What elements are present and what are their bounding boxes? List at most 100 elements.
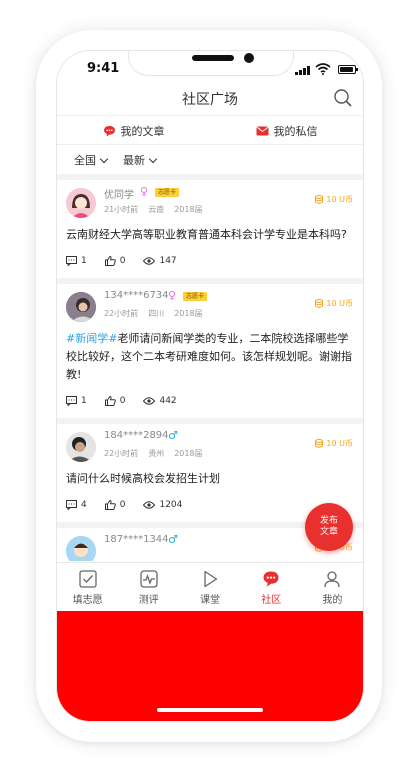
comment-count: 1 bbox=[81, 396, 87, 406]
volunteer-card-badge: 志愿卡 bbox=[155, 188, 180, 197]
status-time: 9:41 bbox=[87, 61, 120, 76]
comment-button[interactable]: 4 bbox=[66, 500, 87, 510]
article-message-tabs: 我的文章 我的私信 bbox=[57, 117, 363, 145]
checkbox-icon bbox=[78, 570, 97, 588]
like-count: 0 bbox=[119, 256, 126, 266]
male-gender-icon: ♂ bbox=[168, 533, 178, 546]
coin-amount: 10 U币 bbox=[326, 439, 353, 448]
tab-mine[interactable]: 我的 bbox=[302, 563, 363, 612]
wifi-icon bbox=[315, 63, 331, 75]
envelope-icon bbox=[255, 126, 269, 135]
post-hashtag[interactable]: #新闻学# bbox=[66, 332, 117, 345]
comment-button[interactable]: 1 bbox=[66, 396, 87, 406]
comment-count: 4 bbox=[81, 500, 87, 510]
region-filter-dropdown[interactable]: 全国 bbox=[74, 152, 109, 168]
post-text: 云南财经大学高等职业教育普通本科会计学专业是本科吗? bbox=[66, 228, 347, 241]
thumbs-up-icon bbox=[104, 396, 116, 406]
tab-label: 我的 bbox=[322, 595, 343, 606]
post-location: 贵州 bbox=[148, 449, 165, 458]
comment-button[interactable]: 1 bbox=[66, 256, 87, 266]
post-content: #新闻学#老师请问新闻学类的专业，二本院校选择哪些学校比较好，这个二本考研难度如… bbox=[57, 330, 363, 384]
photo-avatar-image bbox=[66, 292, 96, 322]
avatar[interactable] bbox=[66, 188, 96, 218]
filter-bar: 全国 最新 bbox=[57, 146, 363, 180]
post-card[interactable]: 优同学 ♀ 志愿卡 21小时前 云南 2018届 10 U币 云南财经大学高等职业教… bbox=[57, 180, 363, 284]
post-username[interactable]: 187****1344 bbox=[104, 534, 169, 545]
like-button[interactable]: 0 bbox=[104, 256, 126, 266]
photo-avatar-image bbox=[66, 432, 96, 462]
tab-community[interactable]: 社区 bbox=[241, 563, 302, 612]
post-username[interactable]: 优同学 bbox=[104, 186, 134, 201]
female-avatar-image bbox=[66, 188, 96, 218]
post-meta: 22小时前 贵州 2018届 bbox=[104, 448, 213, 459]
eye-icon bbox=[143, 257, 156, 265]
page-title: 社区广场 bbox=[182, 92, 238, 108]
phone-screen: 9:41 社区广场 我的文章 我的私信 全国 最新 优同学 ♀ 志愿卡 21小时… bbox=[56, 50, 364, 722]
avatar[interactable] bbox=[66, 292, 96, 322]
speaker-grille bbox=[192, 55, 234, 61]
region-filter-label: 全国 bbox=[74, 154, 96, 167]
thumbs-up-icon bbox=[104, 256, 116, 266]
like-count: 0 bbox=[119, 396, 126, 406]
tab-label: 社区 bbox=[261, 595, 282, 606]
female-gender-icon: ♀ bbox=[168, 289, 177, 302]
publish-label-line2: 文章 bbox=[319, 527, 338, 537]
coin-stack-icon bbox=[315, 439, 324, 448]
post-username[interactable]: 184****2894 bbox=[104, 430, 169, 441]
cartoon-avatar-image bbox=[66, 536, 96, 561]
post-feed: 优同学 ♀ 志愿卡 21小时前 云南 2018届 10 U币 云南财经大学高等职业教… bbox=[57, 180, 363, 561]
cell-signal-icon bbox=[295, 66, 310, 75]
comment-icon bbox=[66, 256, 77, 266]
avatar[interactable] bbox=[66, 432, 96, 462]
like-button[interactable]: 0 bbox=[104, 500, 126, 510]
tab-classroom[interactable]: 课堂 bbox=[179, 563, 240, 612]
coin-reward: 10 U币 bbox=[315, 194, 353, 205]
female-gender-icon: ♀ bbox=[140, 185, 149, 198]
thumbs-up-icon bbox=[104, 500, 116, 510]
view-count: 1204 bbox=[159, 500, 183, 510]
chat-bubble-icon bbox=[263, 571, 279, 587]
comment-icon bbox=[66, 500, 77, 510]
bottom-red-panel bbox=[57, 611, 363, 721]
tab-label: 填志愿 bbox=[72, 595, 103, 606]
post-time: 21小时前 bbox=[104, 205, 139, 214]
post-content: 请问什么时候高校会发招生计划 bbox=[57, 470, 363, 488]
tab-assessment[interactable]: 测评 bbox=[118, 563, 179, 612]
view-stat: 442 bbox=[143, 396, 177, 406]
tab-label: 测评 bbox=[138, 595, 159, 606]
sort-filter-dropdown[interactable]: 最新 bbox=[123, 152, 158, 168]
post-class-year: 2018届 bbox=[174, 309, 203, 318]
post-username[interactable]: 134****6734 bbox=[104, 290, 169, 301]
tab-fill-application[interactable]: 填志愿 bbox=[57, 563, 118, 612]
eye-icon bbox=[143, 397, 156, 405]
view-count: 147 bbox=[159, 256, 177, 266]
tab-my-messages[interactable]: 我的私信 bbox=[210, 117, 363, 144]
post-time: 22小时前 bbox=[104, 309, 139, 318]
eye-icon bbox=[143, 501, 156, 509]
sort-filter-label: 最新 bbox=[123, 154, 145, 167]
post-class-year: 2018届 bbox=[174, 205, 203, 214]
tab-my-articles[interactable]: 我的文章 bbox=[57, 117, 210, 144]
battery-icon bbox=[338, 65, 358, 74]
tab-label: 课堂 bbox=[200, 595, 220, 606]
avatar[interactable] bbox=[66, 536, 96, 561]
coin-amount: 10 U币 bbox=[326, 299, 353, 308]
coin-amount: 10 U币 bbox=[326, 195, 353, 204]
coin-reward: 10 U币 bbox=[315, 298, 353, 309]
user-icon bbox=[324, 571, 341, 588]
like-button[interactable]: 0 bbox=[104, 396, 126, 406]
post-location: 四川 bbox=[148, 309, 165, 318]
front-camera bbox=[244, 53, 254, 63]
post-location: 云南 bbox=[148, 205, 165, 214]
chevron-down-icon bbox=[148, 154, 158, 163]
tab-my-messages-label: 我的私信 bbox=[273, 124, 318, 138]
home-indicator[interactable] bbox=[157, 708, 263, 712]
play-icon bbox=[204, 570, 218, 588]
publish-article-button[interactable]: 发布 文章 bbox=[305, 503, 353, 551]
tab-my-articles-label: 我的文章 bbox=[120, 124, 165, 138]
search-icon[interactable] bbox=[333, 88, 353, 108]
post-meta: 21小时前 云南 2018届 bbox=[104, 204, 213, 215]
post-class-year: 2018届 bbox=[174, 449, 203, 458]
like-count: 0 bbox=[119, 500, 126, 510]
post-card[interactable]: 134****6734 ♀ 志愿卡 22小时前 四川 2018届 10 U币 #新闻… bbox=[57, 284, 363, 424]
